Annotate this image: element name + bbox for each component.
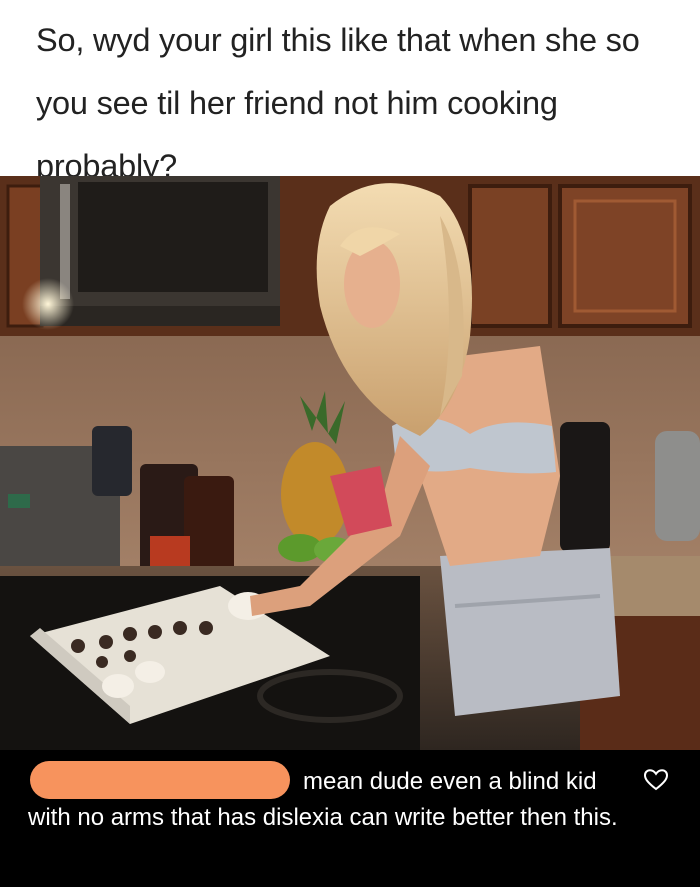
heart-icon[interactable]	[643, 768, 669, 792]
caption-text: So, wyd your girl this like that when sh…	[36, 22, 640, 184]
meme-post: So, wyd your girl this like that when sh…	[0, 0, 700, 887]
comment-text: mean dude even a blind kid with no arms …	[28, 768, 618, 831]
caption-area: So, wyd your girl this like that when sh…	[0, 0, 700, 184]
kitchen-photo	[0, 176, 700, 750]
